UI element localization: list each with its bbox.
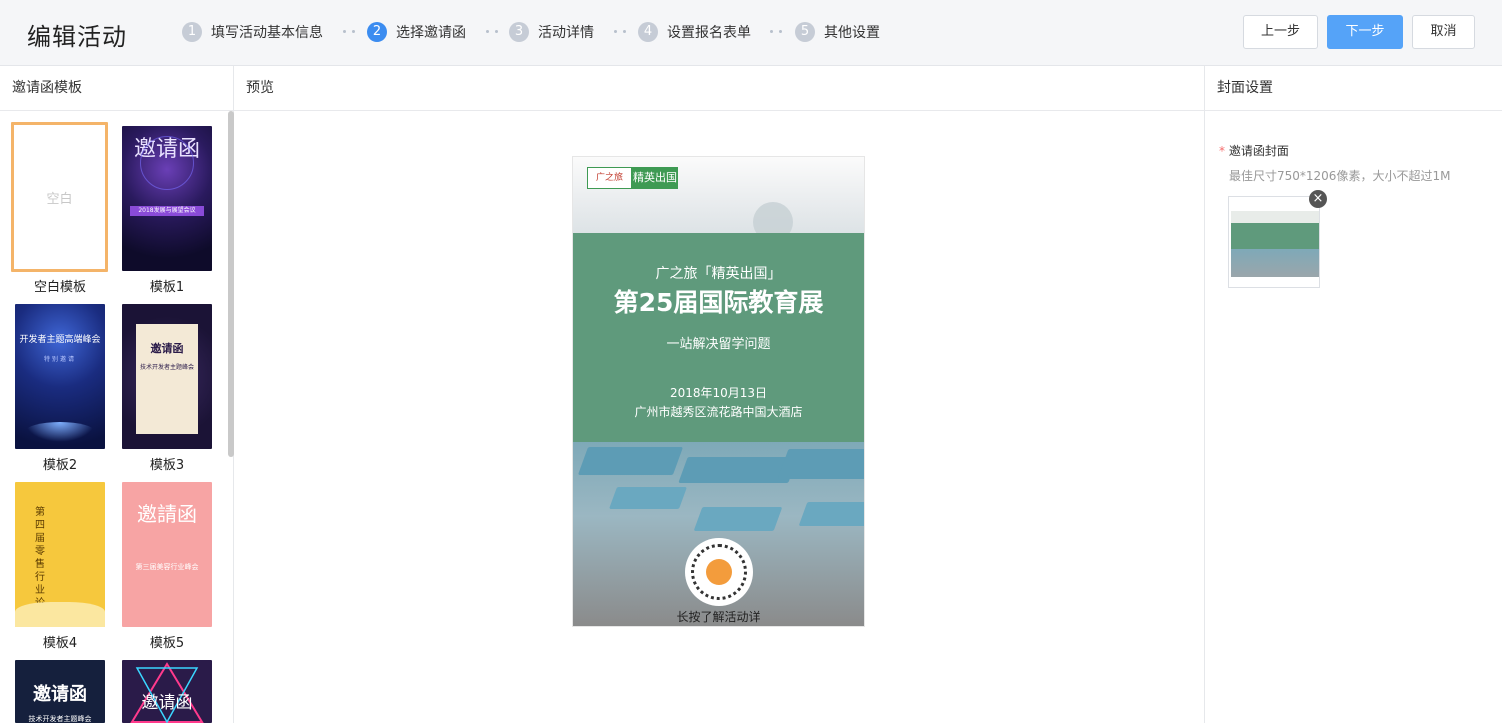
cancel-button[interactable]: 取消 (1412, 15, 1475, 49)
step-number: 4 (638, 22, 658, 42)
brand-logo: 广之旅 精英出国 (587, 167, 678, 189)
top-header: 编辑活动 1 填写活动基本信息 2 选择邀请函 3 活动详情 4 设置报名表单 … (0, 0, 1502, 66)
cover-thumb-photo (1231, 249, 1319, 277)
cover-hint: 最佳尺寸750*1206像素，大小不超过1M (1229, 169, 1451, 183)
next-button[interactable]: 下一步 (1327, 15, 1403, 49)
template-sub: 技术开发者主题峰会 (139, 364, 194, 371)
template-3[interactable]: 邀请函 技术开发者主题峰会 (122, 304, 212, 449)
template-title: 邀请函 (141, 693, 193, 713)
preview-panel-title: 预览 (234, 66, 1204, 111)
template-label: 空白模板 (33, 280, 86, 295)
step-label: 活动详情 (538, 25, 594, 41)
template-label: 模板2 (42, 458, 78, 473)
template-sub: 第三届美容行业峰会 (135, 563, 199, 571)
blank-placeholder: 空白 (46, 191, 73, 207)
logo-text: 精英出国 (632, 167, 678, 189)
step-label: 其他设置 (824, 25, 880, 41)
step-label: 设置报名表单 (667, 25, 751, 41)
cover-label-text: 邀请函封面 (1228, 144, 1289, 158)
step-3[interactable]: 3 活动详情 (509, 21, 594, 43)
poster-venue: 广州市越秀区流花路中国大酒店 (634, 405, 803, 419)
required-mark: * (1219, 144, 1225, 158)
remove-cover-icon[interactable]: × (1309, 190, 1327, 208)
template-label: 模板4 (42, 636, 78, 651)
template-sub: 特别邀请 (43, 356, 76, 363)
template-7[interactable]: 邀请函 (122, 660, 212, 723)
invitation-preview: 广之旅 精英出国 广之旅「精英出国」 第25届国际教育展 一站解决留学问题 20… (572, 156, 865, 627)
page-title: 编辑活动 (27, 23, 127, 51)
step-label: 选择邀请函 (396, 25, 466, 41)
template-label: 模板5 (149, 636, 185, 651)
logo-mark: 广之旅 (587, 167, 632, 189)
step-number: 5 (795, 22, 815, 42)
template-sub: 技术开发者主题峰会 (28, 715, 92, 723)
step-1[interactable]: 1 填写活动基本信息 (182, 21, 323, 43)
cover-thumbnail[interactable] (1228, 196, 1320, 288)
qr-caption: 长按了解活动详 (676, 610, 761, 624)
template-label: 模板3 (149, 458, 185, 473)
cover-field-label: * 邀请函封面 (1219, 142, 1289, 159)
cover-thumb-green (1231, 223, 1319, 249)
template-5[interactable]: 邀請函 第三届美容行业峰会 (122, 482, 212, 627)
step-5[interactable]: 5 其他设置 (795, 21, 880, 43)
template-1[interactable]: 邀请函 2018发展与展望会议 (122, 126, 212, 271)
prev-button[interactable]: 上一步 (1243, 15, 1318, 49)
step-2[interactable]: 2 选择邀请函 (367, 21, 466, 43)
step-number: 3 (509, 22, 529, 42)
template-2[interactable]: 开发者主题高端峰会 特别邀请 (15, 304, 105, 449)
template-title: 开发者主题高端峰会 (19, 335, 101, 345)
step-separator (770, 30, 782, 33)
templates-panel-title: 邀请函模板 (0, 66, 233, 111)
poster-title-block: 广之旅「精英出国」 第25届国际教育展 一站解决留学问题 2018年10月13日… (573, 233, 864, 442)
template-title: 邀請函 (137, 502, 197, 526)
template-4[interactable]: 第四届零售行业论坛 (15, 482, 105, 627)
grad-cap (798, 502, 864, 526)
cover-thumb-top (1231, 211, 1319, 223)
step-4[interactable]: 4 设置报名表单 (638, 21, 751, 43)
template-banner: 2018发展与展望会议 (130, 206, 204, 216)
step-number: 2 (367, 22, 387, 42)
globe-decoration (140, 136, 194, 190)
step-number: 1 (182, 22, 202, 42)
template-title: 邀请函 (33, 684, 87, 705)
step-separator (343, 30, 355, 33)
poster-subtitle: 广之旅「精英出国」 (655, 266, 782, 282)
step-separator (486, 30, 498, 33)
template-6[interactable]: 邀请函 技术开发者主题峰会 (15, 660, 105, 723)
template-blank[interactable]: 空白 (11, 122, 108, 272)
poster-tagline: 一站解决留学问题 (666, 337, 771, 352)
grad-cap (777, 449, 864, 479)
qr-center-icon (706, 559, 732, 585)
qr-code[interactable] (685, 538, 753, 606)
grad-cap (577, 447, 684, 475)
grad-cap (693, 507, 783, 531)
cloud-decoration (15, 602, 105, 627)
cover-panel-title: 封面设置 (1205, 66, 1502, 111)
templates-scrollbar[interactable] (228, 111, 234, 457)
poster-date: 2018年10月13日 (669, 386, 768, 400)
divider (1204, 66, 1205, 723)
template-title: 邀请函 (150, 342, 184, 355)
template-label: 模板1 (149, 280, 185, 295)
step-separator (614, 30, 626, 33)
step-label: 填写活动基本信息 (211, 25, 323, 41)
glow-decoration (25, 422, 95, 442)
poster-title: 第25届国际教育展 (613, 288, 824, 317)
grad-cap (608, 487, 688, 509)
